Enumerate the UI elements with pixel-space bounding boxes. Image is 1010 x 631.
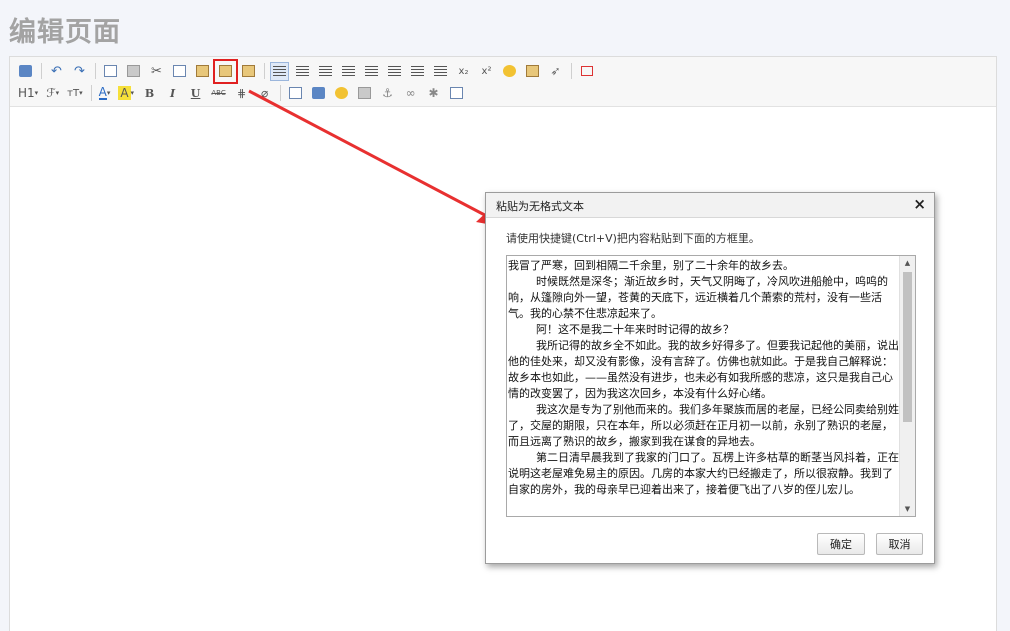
scroll-down-icon[interactable]: ▼: [900, 502, 915, 516]
pasted-text: 我冒了严寒，回到相隔二千余里，别了二十余年的故乡去。 时候既然是深冬；渐近故乡时…: [508, 259, 899, 496]
confirm-button[interactable]: 确定: [817, 533, 865, 555]
scroll-up-icon[interactable]: ▲: [900, 256, 915, 270]
cancel-button[interactable]: 取消: [876, 533, 923, 555]
dialog-instruction: 请使用快捷键(Ctrl+V)把内容粘贴到下面的方框里。: [506, 232, 760, 245]
vertical-scrollbar[interactable]: ▲ ▼: [899, 256, 915, 516]
scroll-thumb[interactable]: [903, 272, 912, 422]
dialog-title: 粘贴为无格式文本: [496, 200, 584, 213]
paste-textarea[interactable]: 我冒了严寒，回到相隔二千余里，别了二十余年的故乡去。 时候既然是深冬；渐近故乡时…: [506, 255, 916, 517]
arrow-line: [248, 89, 499, 224]
dialog-header: 粘贴为无格式文本 ×: [486, 193, 934, 218]
paste-plain-text-dialog: 粘贴为无格式文本 × 请使用快捷键(Ctrl+V)把内容粘贴到下面的方框里。 我…: [485, 192, 935, 564]
close-icon[interactable]: ×: [913, 195, 926, 213]
